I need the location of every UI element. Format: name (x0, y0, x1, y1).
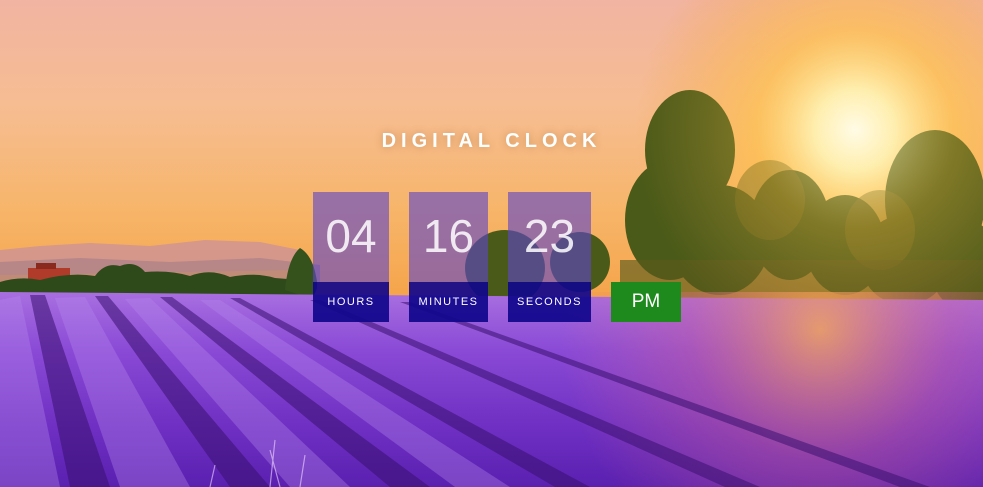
minutes-value: 16 (409, 192, 488, 282)
page-title: DIGITAL CLOCK (381, 130, 602, 152)
seconds-unit: 23 SECONDS (508, 192, 591, 322)
minutes-unit: 16 MINUTES (409, 192, 488, 322)
digital-clock: 04 HOURS 16 MINUTES 23 SECONDS PM (0, 192, 983, 322)
hours-value: 04 (313, 192, 389, 282)
hours-label: HOURS (313, 282, 389, 322)
minutes-label: MINUTES (409, 282, 488, 322)
seconds-label: SECONDS (508, 282, 591, 322)
seconds-value: 23 (508, 192, 591, 282)
am-pm-badge: PM (611, 282, 681, 322)
hours-unit: 04 HOURS (313, 192, 389, 322)
